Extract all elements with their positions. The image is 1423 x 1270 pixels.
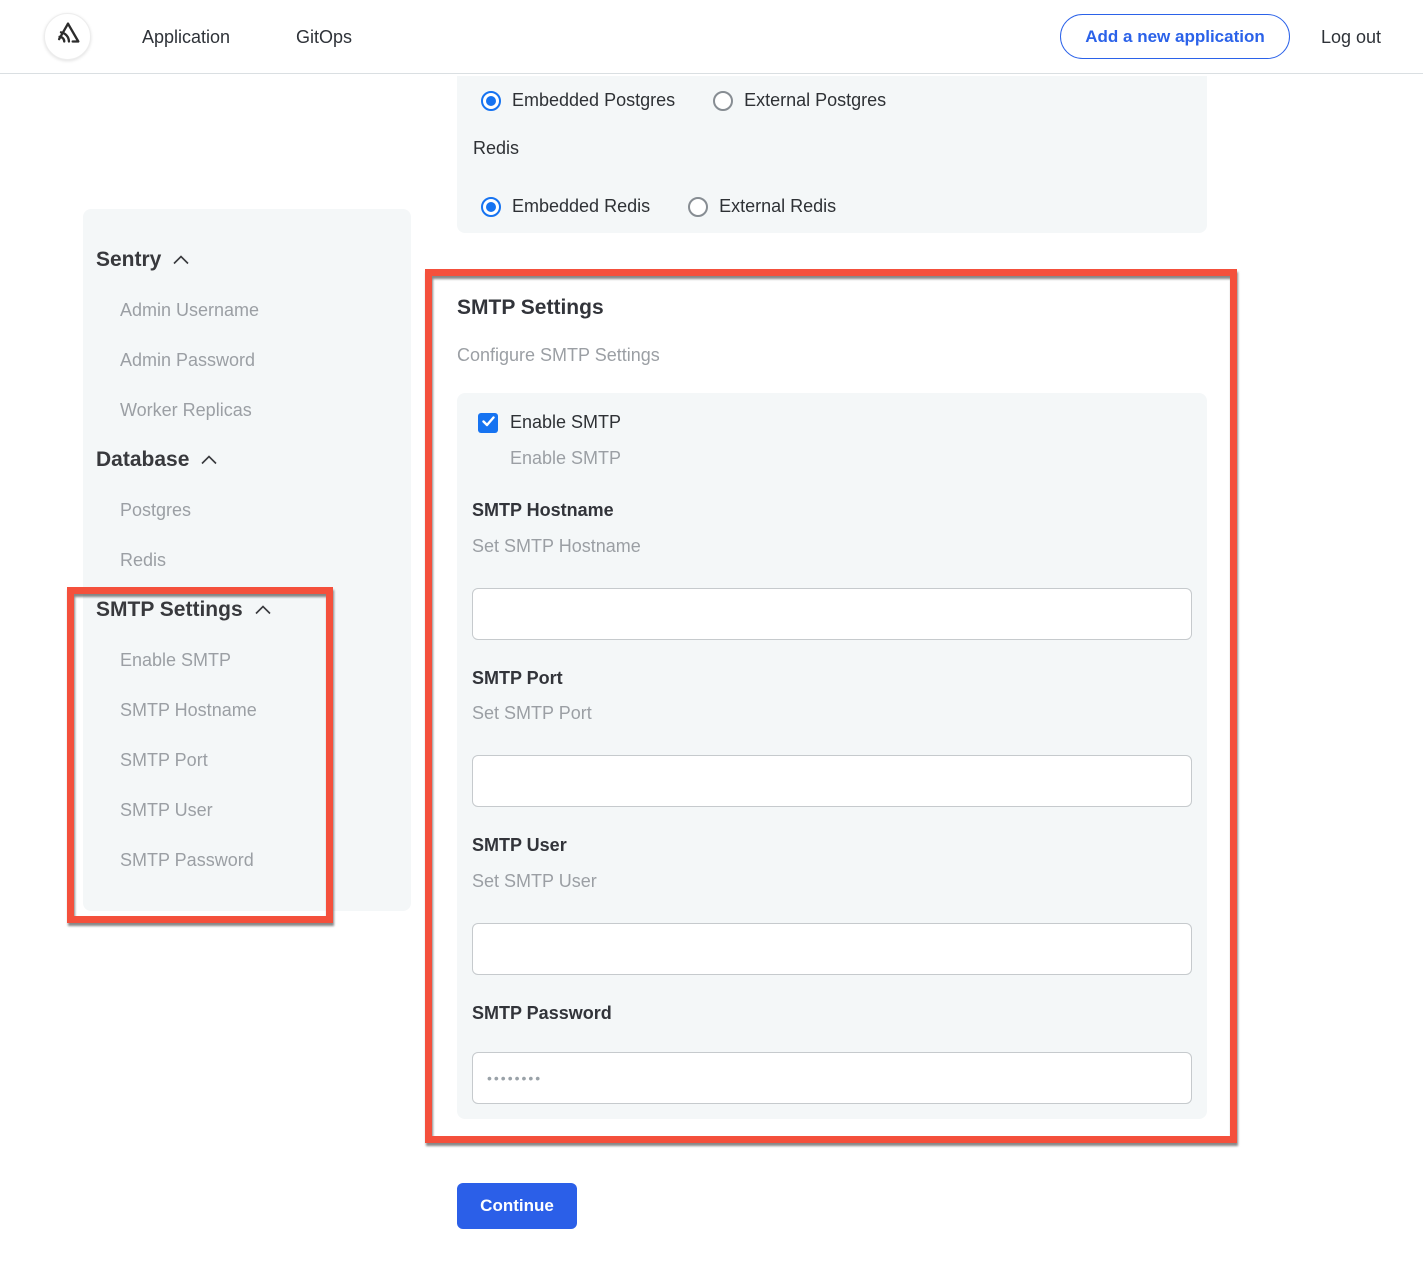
config-sidebar: Sentry Admin Username Admin Password Wor… xyxy=(83,209,411,911)
option-embedded-redis: Embedded Redis xyxy=(481,196,650,217)
smtp-port-label: SMTP Port xyxy=(472,668,563,689)
sidebar-item-smtp-port[interactable]: SMTP Port xyxy=(83,735,411,785)
redis-section-label: Redis xyxy=(473,138,519,159)
sidebar-item-worker-replicas[interactable]: Worker Replicas xyxy=(83,385,411,435)
sentry-logo[interactable] xyxy=(44,13,91,60)
enable-smtp-checkbox[interactable] xyxy=(478,413,498,433)
sidebar-group-title: SMTP Settings xyxy=(96,598,243,622)
smtp-card-subtitle: Configure SMTP Settings xyxy=(457,345,660,366)
smtp-password-input[interactable] xyxy=(472,1052,1192,1104)
chevron-up-icon xyxy=(201,455,217,465)
postgres-radio-group: Embedded Postgres External Postgres xyxy=(481,90,886,111)
sidebar-group-title: Database xyxy=(96,448,189,472)
radio-embedded-redis[interactable] xyxy=(481,197,501,217)
database-config-panel: Embedded Postgres External Postgres Redi… xyxy=(457,76,1207,233)
sidebar-item-smtp-hostname[interactable]: SMTP Hostname xyxy=(83,685,411,735)
option-embedded-postgres: Embedded Postgres xyxy=(481,90,675,111)
smtp-port-input[interactable] xyxy=(472,755,1192,807)
smtp-port-help: Set SMTP Port xyxy=(472,703,592,724)
radio-label: External Postgres xyxy=(744,90,886,111)
sidebar-group-sentry[interactable]: Sentry xyxy=(83,235,411,285)
radio-external-postgres[interactable] xyxy=(713,91,733,111)
logout-link[interactable]: Log out xyxy=(1321,0,1381,74)
option-external-redis: External Redis xyxy=(688,196,836,217)
smtp-hostname-help: Set SMTP Hostname xyxy=(472,536,641,557)
smtp-user-help: Set SMTP User xyxy=(472,871,597,892)
enable-smtp-row: Enable SMTP xyxy=(478,412,621,433)
nav-link-gitops[interactable]: GitOps xyxy=(296,0,352,74)
sidebar-item-smtp-user[interactable]: SMTP User xyxy=(83,785,411,835)
smtp-settings-panel: Enable SMTP Enable SMTP SMTP Hostname Se… xyxy=(457,393,1207,1119)
smtp-user-label: SMTP User xyxy=(472,835,567,856)
continue-button[interactable]: Continue xyxy=(457,1183,577,1229)
top-navbar: Application GitOps Add a new application… xyxy=(0,0,1423,74)
add-new-application-button[interactable]: Add a new application xyxy=(1060,14,1290,59)
checkmark-icon xyxy=(482,414,495,432)
sidebar-item-smtp-password[interactable]: SMTP Password xyxy=(83,835,411,885)
sidebar-item-admin-password[interactable]: Admin Password xyxy=(83,335,411,385)
radio-label: External Redis xyxy=(719,196,836,217)
radio-label: Embedded Redis xyxy=(512,196,650,217)
sidebar-group-database[interactable]: Database xyxy=(83,435,411,485)
radio-label: Embedded Postgres xyxy=(512,90,675,111)
smtp-hostname-label: SMTP Hostname xyxy=(472,500,614,521)
enable-smtp-help: Enable SMTP xyxy=(510,448,621,469)
radio-embedded-postgres[interactable] xyxy=(481,91,501,111)
smtp-password-label: SMTP Password xyxy=(472,1003,612,1024)
enable-smtp-label: Enable SMTP xyxy=(510,412,621,433)
option-external-postgres: External Postgres xyxy=(713,90,886,111)
radio-external-redis[interactable] xyxy=(688,197,708,217)
redis-radio-group: Embedded Redis External Redis xyxy=(481,196,836,217)
sentry-logo-icon xyxy=(53,19,83,54)
smtp-card-title: SMTP Settings xyxy=(457,296,604,320)
smtp-user-input[interactable] xyxy=(472,923,1192,975)
chevron-up-icon xyxy=(173,255,189,265)
sidebar-group-title: Sentry xyxy=(96,248,161,272)
page: Application GitOps Add a new application… xyxy=(0,0,1423,1270)
nav-link-application[interactable]: Application xyxy=(142,0,230,74)
sidebar-item-enable-smtp[interactable]: Enable SMTP xyxy=(83,635,411,685)
sidebar-item-admin-username[interactable]: Admin Username xyxy=(83,285,411,335)
sidebar-group-smtp-settings[interactable]: SMTP Settings xyxy=(83,585,411,635)
sidebar-item-redis[interactable]: Redis xyxy=(83,535,411,585)
chevron-up-icon xyxy=(255,605,271,615)
smtp-hostname-input[interactable] xyxy=(472,588,1192,640)
sidebar-item-postgres[interactable]: Postgres xyxy=(83,485,411,535)
